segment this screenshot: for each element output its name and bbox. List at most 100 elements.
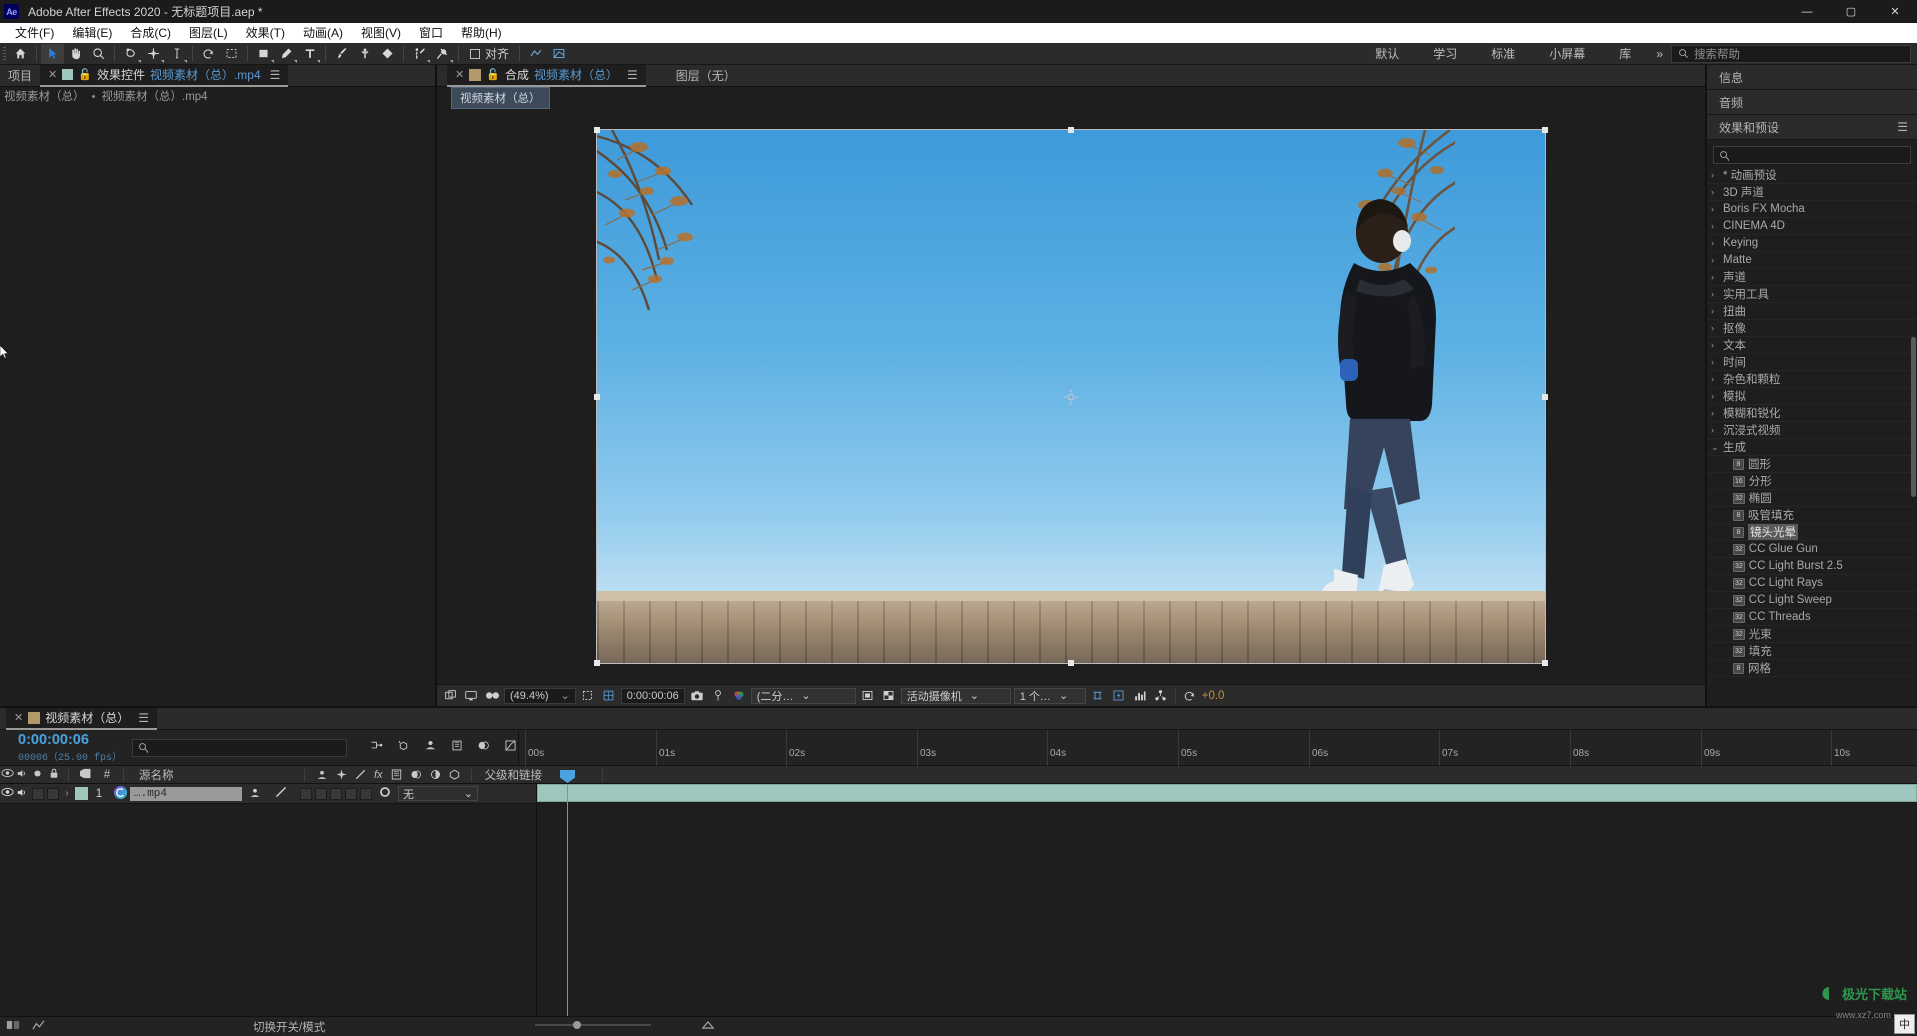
lock-icon[interactable]: 🔓 xyxy=(486,68,500,81)
workspace-default[interactable]: 默认 xyxy=(1358,43,1416,65)
help-search-input[interactable]: 搜索帮助 xyxy=(1671,44,1911,63)
always-preview-icon[interactable] xyxy=(441,687,459,705)
pixel-aspect-correction-icon[interactable] xyxy=(1089,687,1107,705)
zoom-tool-icon[interactable] xyxy=(87,44,110,64)
effect-item-row[interactable]: 32 填充 xyxy=(1707,643,1917,660)
views-select[interactable]: 1 个… ⌄ xyxy=(1013,687,1086,704)
chevron-right-icon[interactable]: › xyxy=(1711,255,1719,265)
toggle-switches-modes-icon[interactable] xyxy=(6,1019,20,1034)
chevron-right-icon[interactable]: › xyxy=(1711,340,1719,350)
effects-category-row[interactable]: › 时间 xyxy=(1707,354,1917,371)
menu-view[interactable]: 视图(V) xyxy=(352,23,410,43)
selection-tool-icon[interactable] xyxy=(41,43,64,64)
effect-item-row[interactable]: 32 CC Light Rays xyxy=(1707,575,1917,592)
layer-quality-toggle[interactable] xyxy=(268,786,294,801)
home-icon[interactable] xyxy=(9,44,32,64)
effect-item-row[interactable]: 16 分形 xyxy=(1707,473,1917,490)
chevron-down-icon[interactable]: ⌄ xyxy=(1711,442,1719,453)
effect-item-row[interactable]: 32 光束 xyxy=(1707,626,1917,643)
column-source-name[interactable]: 源名称 xyxy=(129,767,299,783)
close-icon[interactable]: ✕ xyxy=(455,68,464,81)
effects-category-row[interactable]: ⌄ 生成 xyxy=(1707,439,1917,456)
effect-item-row[interactable]: 32 CC Threads xyxy=(1707,609,1917,626)
chevron-right-icon[interactable]: › xyxy=(1711,187,1719,197)
puppet-pin-tool-icon[interactable] xyxy=(431,44,454,64)
tab-timeline-comp[interactable]: ✕ 视频素材（总） ☰ xyxy=(6,707,157,730)
chevron-right-icon[interactable]: › xyxy=(1711,221,1719,231)
graph-icon[interactable] xyxy=(32,1019,45,1034)
menu-effect[interactable]: 效果(T) xyxy=(237,23,294,43)
selection-handle[interactable] xyxy=(1068,127,1074,133)
close-button[interactable]: ✕ xyxy=(1873,0,1917,23)
chevron-right-icon[interactable]: › xyxy=(1711,357,1719,367)
roto-brush-tool-icon[interactable] xyxy=(408,44,431,64)
selection-handle[interactable] xyxy=(1542,393,1548,400)
selection-handle[interactable] xyxy=(594,127,600,133)
tab-composition[interactable]: ✕ 🔓 合成 视频素材（总） ☰ xyxy=(447,64,646,87)
chevron-right-icon[interactable]: › xyxy=(1711,374,1719,384)
effect-item-row[interactable]: 8 吸管填充 xyxy=(1707,507,1917,524)
effects-category-row[interactable]: › 模糊和锐化 xyxy=(1707,405,1917,422)
tab-project[interactable]: 项目 xyxy=(0,65,40,87)
current-time-indicator[interactable] xyxy=(560,770,575,1016)
tab-audio[interactable]: 音频 xyxy=(1707,90,1917,115)
effects-search-input[interactable] xyxy=(1713,146,1911,164)
selection-handle[interactable] xyxy=(1542,127,1548,133)
timeline-ruler[interactable]: 00s 01s 02s 03s 04s 05s 06s 07s 08s 09s 10s xyxy=(518,729,1917,766)
composition-viewer[interactable] xyxy=(437,109,1705,684)
resolution-select[interactable]: (二分… ⌄ xyxy=(750,687,856,704)
rotation-tool-icon[interactable] xyxy=(197,44,220,64)
effects-category-row[interactable]: › 实用工具 xyxy=(1707,286,1917,303)
frame-blending-icon[interactable] xyxy=(450,739,464,757)
timeline-graph-icon[interactable] xyxy=(1131,687,1149,705)
tab-info[interactable]: 信息 xyxy=(1707,65,1917,90)
chevron-right-icon[interactable]: › xyxy=(1711,289,1719,299)
snapshot-camera-icon[interactable] xyxy=(688,687,706,705)
menu-animation[interactable]: 动画(A) xyxy=(294,23,352,43)
selection-handle[interactable] xyxy=(1068,660,1074,666)
graph-editor-icon[interactable] xyxy=(503,739,518,757)
type-tool-icon[interactable] xyxy=(298,44,321,64)
layer-3d-toggle[interactable] xyxy=(360,787,372,800)
clone-stamp-tool-icon[interactable] xyxy=(353,44,376,64)
region-of-interest-icon[interactable] xyxy=(220,44,243,64)
effect-item-row[interactable]: 8 圆形 xyxy=(1707,456,1917,473)
channel-rgb-icon[interactable] xyxy=(730,687,748,705)
draft-3d-icon[interactable] xyxy=(396,739,411,757)
current-time-display[interactable]: 0:00:00:06 00006（25.00 fps） xyxy=(0,732,122,764)
timeline-tracks[interactable] xyxy=(537,770,1917,1016)
effect-item-row[interactable]: 32 椭圆 xyxy=(1707,490,1917,507)
comp-flowchart-icon[interactable] xyxy=(701,1019,715,1034)
effects-category-row[interactable]: › 扭曲 xyxy=(1707,303,1917,320)
lock-icon[interactable]: 🔓 xyxy=(78,68,92,81)
effects-tree[interactable]: › * 动画预设 › 3D 声道 › Boris FX Mocha › CINEMA 4D › K… xyxy=(1707,167,1917,706)
column-parent-link[interactable]: 父级和链接 xyxy=(477,767,597,783)
composition-mini-flowchart-icon[interactable] xyxy=(369,739,384,757)
chevron-right-icon[interactable]: › xyxy=(1711,391,1719,401)
tab-effects-and-presets[interactable]: 效果和预设 ☰ xyxy=(1707,115,1917,140)
workspace-more-icon[interactable]: » xyxy=(1648,47,1671,61)
menu-layer[interactable]: 图层(L) xyxy=(180,23,237,43)
effects-category-row[interactable]: › Keying xyxy=(1707,235,1917,252)
layer-motionblur-toggle[interactable] xyxy=(330,787,342,800)
layer-visibility-toggle[interactable] xyxy=(0,787,14,800)
layer-lock-toggle[interactable] xyxy=(47,787,59,800)
transparency-grid-icon[interactable] xyxy=(880,687,898,705)
pen-tool-icon[interactable] xyxy=(275,44,298,64)
effects-category-row[interactable]: › 声道 xyxy=(1707,269,1917,286)
panel-menu-icon[interactable]: ☰ xyxy=(1897,120,1908,134)
workspace-learn[interactable]: 学习 xyxy=(1416,43,1474,65)
close-icon[interactable]: ✕ xyxy=(14,711,23,724)
tab-effect-controls[interactable]: ✕ 🔓 效果控件 视频素材（总）.mp4 ☰ xyxy=(40,64,289,87)
3d-glasses-icon[interactable] xyxy=(483,687,501,705)
layer-tab-label[interactable]: 图层（无） xyxy=(676,67,736,84)
timeline-search-input[interactable] xyxy=(132,738,347,757)
renderer-icon[interactable] xyxy=(1152,687,1170,705)
effect-item-row[interactable]: 8 网格 xyxy=(1707,660,1917,677)
toolbar-grip[interactable] xyxy=(0,43,9,65)
breadcrumb-root[interactable]: 视频素材（总） xyxy=(4,88,85,104)
effects-category-row[interactable]: › * 动画预设 xyxy=(1707,167,1917,184)
switches-modes-label[interactable]: 切换开关/模式 xyxy=(253,1019,325,1035)
chevron-right-icon[interactable]: › xyxy=(1711,425,1719,435)
breadcrumb-leaf[interactable]: 视频素材（总）.mp4 xyxy=(102,88,208,104)
